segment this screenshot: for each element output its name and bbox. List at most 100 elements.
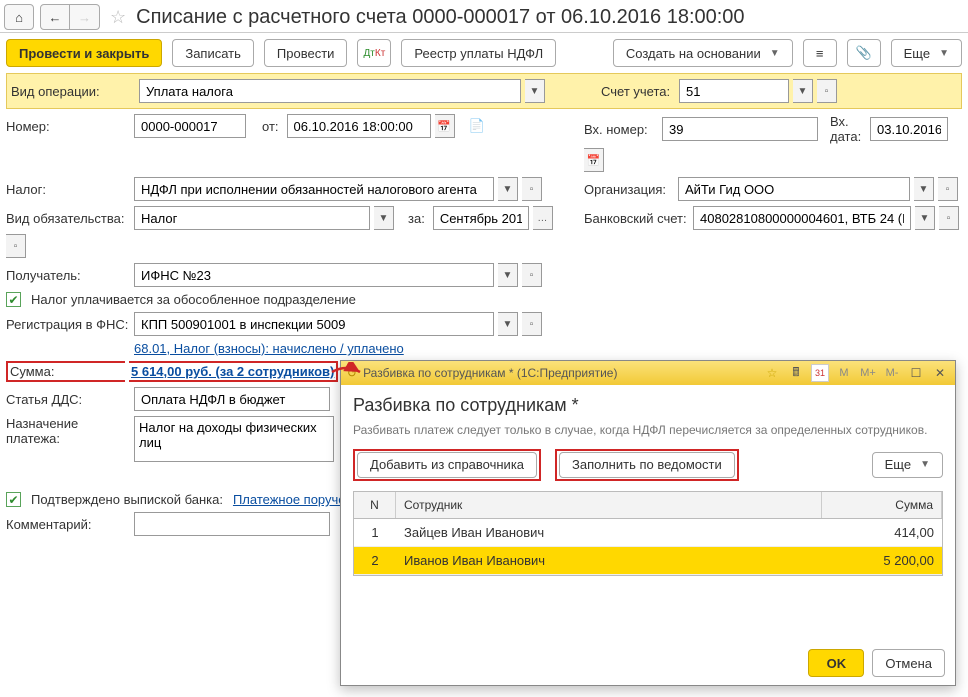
bank-acct-input[interactable] [698, 210, 906, 227]
payee-input[interactable] [139, 267, 489, 284]
dialog-m-button[interactable]: M [835, 364, 853, 382]
back-icon: ← [49, 10, 62, 25]
payee-open[interactable]: ▫ [522, 263, 542, 287]
confirmed-checkbox[interactable]: ✔ [6, 492, 21, 507]
home-icon: ⌂ [15, 10, 23, 25]
org-label: Организация: [584, 182, 674, 197]
dialog-more-button[interactable]: Еще▼ [872, 452, 943, 478]
dtct-icon-button[interactable]: ДтКт [357, 39, 391, 67]
org-dropdown[interactable]: ▼ [914, 177, 934, 201]
dialog-cal-icon[interactable]: 31 [811, 364, 829, 382]
dialog-hint: Разбивать платеж следует только в случае… [353, 422, 943, 439]
related-button[interactable]: ≡ [803, 39, 837, 67]
inc-date-label: Вх. дата: [830, 114, 866, 144]
create-based-button[interactable]: Создать на основании▼ [613, 39, 793, 67]
nav-forward-button[interactable]: → [70, 4, 100, 30]
oper-type-input[interactable] [144, 83, 516, 100]
period-open[interactable]: ▫ [6, 234, 26, 258]
dialog-mplus-button[interactable]: M+ [859, 364, 877, 382]
account-input[interactable] [684, 83, 784, 100]
bank-acct-dropdown[interactable]: ▼ [915, 206, 935, 230]
dialog-mminus-button[interactable]: M- [883, 364, 901, 382]
post-and-close-button[interactable]: Провести и закрыть [6, 39, 162, 67]
clip-icon: 📎 [856, 45, 872, 61]
dds-input[interactable] [139, 391, 325, 408]
bank-acct-open[interactable]: ▫ [939, 206, 959, 230]
post-button[interactable]: Провести [264, 39, 348, 67]
inc-number-label: Вх. номер: [584, 122, 658, 137]
write-button[interactable]: Записать [172, 39, 254, 67]
fns-reg-dropdown[interactable]: ▼ [498, 312, 518, 336]
tax-label: Налог: [6, 182, 130, 197]
dialog-fav-icon[interactable]: ☆ [763, 364, 781, 382]
oper-type-dropdown[interactable]: ▼ [525, 79, 545, 103]
fill-by-list-button[interactable]: Заполнить по ведомости [559, 452, 735, 478]
forward-icon: → [78, 10, 91, 25]
period-picker[interactable]: … [533, 206, 553, 230]
table-row[interactable]: 1 Зайцев Иван Иванович 414,00 [354, 519, 942, 547]
org-input[interactable] [683, 181, 905, 198]
dialog-calc-icon[interactable]: 🖩 [787, 364, 805, 382]
number-input[interactable] [139, 118, 241, 135]
purpose-textarea[interactable] [134, 416, 334, 462]
attachments-button[interactable]: 📎 [847, 39, 881, 67]
more-button[interactable]: Еще▼ [891, 39, 962, 67]
col-n: N [354, 492, 396, 518]
sep-unit-checkbox[interactable]: ✔ [6, 292, 21, 307]
for-label: за: [408, 211, 425, 226]
payment-order-link[interactable]: Платежное поруче [233, 492, 346, 507]
liab-type-dropdown[interactable]: ▼ [374, 206, 394, 230]
from-date-input[interactable] [292, 118, 426, 135]
home-button[interactable]: ⌂ [4, 4, 34, 30]
dialog-titlebar-text: Разбивка по сотрудникам * (1С:Предприяти… [363, 366, 617, 380]
comment-input[interactable] [139, 516, 325, 533]
liab-type-input[interactable] [139, 210, 365, 227]
payee-label: Получатель: [6, 268, 130, 283]
account-label: Счет учета: [601, 84, 675, 99]
dialog-cancel-button[interactable]: Отмена [872, 649, 945, 677]
favorite-star-icon[interactable]: ☆ [110, 7, 126, 28]
bank-acct-label: Банковский счет: [584, 211, 689, 226]
purpose-label: Назначение платежа: [6, 416, 130, 446]
add-from-ref-button[interactable]: Добавить из справочника [357, 452, 537, 478]
dialog-close-button[interactable]: ✕ [931, 364, 949, 382]
amount-label: Сумма: [10, 364, 125, 379]
tax-accrual-link[interactable]: 68.01, Налог (взносы): начислено / уплач… [134, 341, 404, 356]
annotation-arrow-icon [330, 362, 366, 382]
org-open[interactable]: ▫ [938, 177, 958, 201]
comment-label: Комментарий: [6, 517, 130, 532]
sep-unit-label: Налог уплачивается за обособленное подра… [31, 292, 356, 307]
ndfl-registry-button[interactable]: Реестр уплаты НДФЛ [401, 39, 556, 67]
inc-number-input[interactable] [667, 121, 813, 138]
amount-link[interactable]: 5 614,00 руб. (за 2 сотрудников) [131, 364, 334, 379]
dialog-ok-button[interactable]: OK [808, 649, 864, 677]
tax-input[interactable] [139, 181, 489, 198]
inc-date-calendar[interactable]: 📅 [584, 148, 604, 172]
fns-reg-input[interactable] [139, 316, 489, 333]
list-icon: ≡ [816, 46, 824, 61]
page-title: Списание с расчетного счета 0000-000017 … [136, 6, 744, 29]
account-open[interactable]: ▫ [817, 79, 837, 103]
oper-type-label: Вид операции: [11, 84, 135, 99]
employee-split-dialog: ↺ Разбивка по сотрудникам * (1С:Предприя… [340, 360, 956, 686]
dtct-icon: ДтКт [364, 48, 386, 59]
from-label: от: [262, 119, 279, 134]
nav-back-button[interactable]: ← [40, 4, 70, 30]
posted-icon: 📄 [469, 118, 485, 134]
dialog-maximize-button[interactable]: ☐ [907, 364, 925, 382]
chevron-down-icon: ▼ [939, 48, 949, 59]
table-row[interactable]: 2 Иванов Иван Иванович 5 200,00 [354, 547, 942, 575]
tax-dropdown[interactable]: ▼ [498, 177, 518, 201]
chevron-down-icon: ▼ [770, 48, 780, 59]
payee-dropdown[interactable]: ▼ [498, 263, 518, 287]
period-input[interactable] [438, 210, 524, 227]
employee-table: N Сотрудник Сумма 1 Зайцев Иван Иванович… [353, 491, 943, 576]
fns-reg-open[interactable]: ▫ [522, 312, 542, 336]
account-dropdown[interactable]: ▼ [793, 79, 813, 103]
liab-type-label: Вид обязательства: [6, 211, 130, 226]
inc-date-input[interactable] [875, 121, 943, 138]
col-employee: Сотрудник [396, 492, 822, 518]
tax-open[interactable]: ▫ [522, 177, 542, 201]
from-date-calendar[interactable]: 📅 [435, 114, 455, 138]
dialog-heading: Разбивка по сотрудникам * [353, 395, 943, 416]
